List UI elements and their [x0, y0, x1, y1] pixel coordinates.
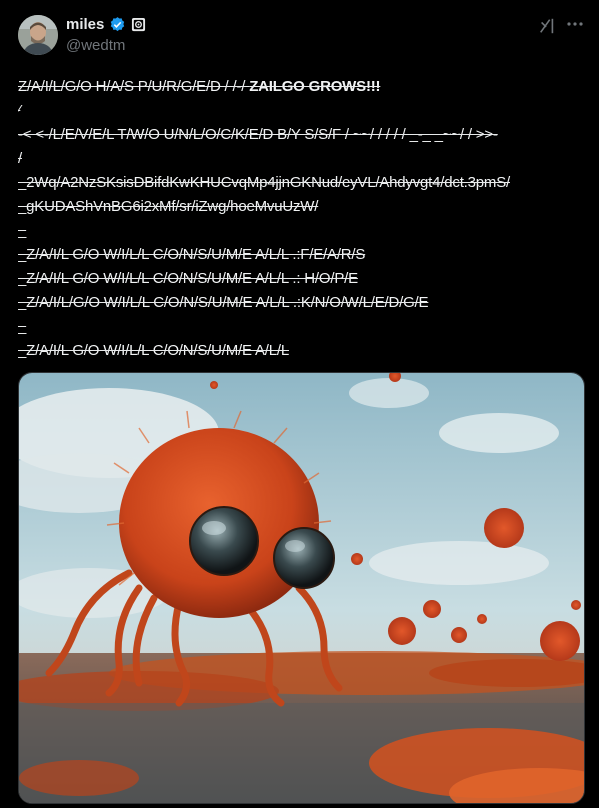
- handle[interactable]: @wedtm: [66, 37, 125, 54]
- tweet-line: /: [18, 150, 22, 167]
- grok-icon[interactable]: [538, 17, 556, 35]
- tweet-line: _2Wq/A2NzSKsisDBifdKwKHUCvqMp4jjnGKNud/e…: [18, 174, 510, 191]
- tweet-line: _Z/A/I/L G/O W/I/L/L C/O/N/S/U/M/E A/L/L: [18, 342, 289, 359]
- tweet-line: ⁄: [18, 102, 21, 119]
- tweet-line-bold: ZAILGO GROWS!!!: [249, 78, 381, 95]
- tweet-line: -< <-/L/E/V/E/L T/W/O U/N/L/O/C/K/E/D B/…: [18, 126, 498, 143]
- author-name-row: miles: [66, 16, 146, 33]
- avatar[interactable]: [18, 15, 58, 55]
- tweet-line: _Z/A/I/L G/O W/I/L/L C/O/N/S/U/M/E A/L/L…: [18, 270, 358, 287]
- tweet-line: _gKUDAShVnBG6i2xMf/sr/iZwg/hoeMvuUzW/: [18, 198, 319, 215]
- tweet-line: _Z/A/I/L/G/O W/I/L/L C/O/N/S/U/M/E A/L/L…: [18, 294, 429, 311]
- tweet-image[interactable]: [18, 372, 585, 804]
- tweet-line: _: [18, 222, 27, 239]
- affiliation-badge-icon[interactable]: [131, 17, 146, 32]
- display-name[interactable]: miles: [66, 16, 104, 33]
- tweet-line: Z/A/I/L/G/O H/A/S P/U/R/G/E/D / /-/ ZAIL…: [18, 78, 381, 95]
- tweet-text: Z/A/I/L/G/O H/A/S P/U/R/G/E/D / /-/ ZAIL…: [18, 75, 578, 363]
- tweet-line: _: [18, 318, 27, 335]
- verified-badge-icon: [111, 17, 125, 32]
- more-icon[interactable]: [565, 14, 585, 34]
- tweet-line: _Z/A/I/L G/O W/I/L/L C/O/N/S/U/M/E A/L/L…: [18, 246, 366, 263]
